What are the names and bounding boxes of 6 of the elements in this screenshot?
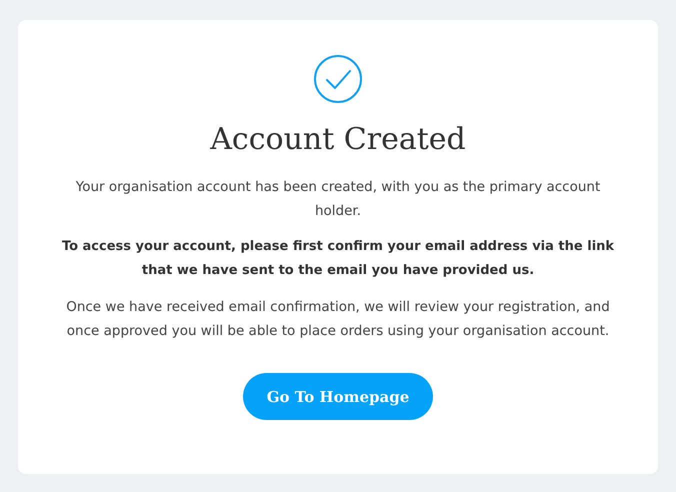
message-text: Once we have received email confirmation, we will review your registration, and once approved you will be able to place orders using your organisation account. [65, 298, 611, 341]
homepage-button[interactable]: Go To Homepage [242, 373, 434, 420]
checkmark-circle-icon [313, 54, 363, 104]
page-title: Account Created [210, 122, 466, 157]
message-text: Your organisation account has been created, with you as the primary account holder. [74, 178, 602, 221]
message-text: To access your account, please first confirm your email address via the link that we have sent to the email you have provided us. [60, 238, 616, 280]
